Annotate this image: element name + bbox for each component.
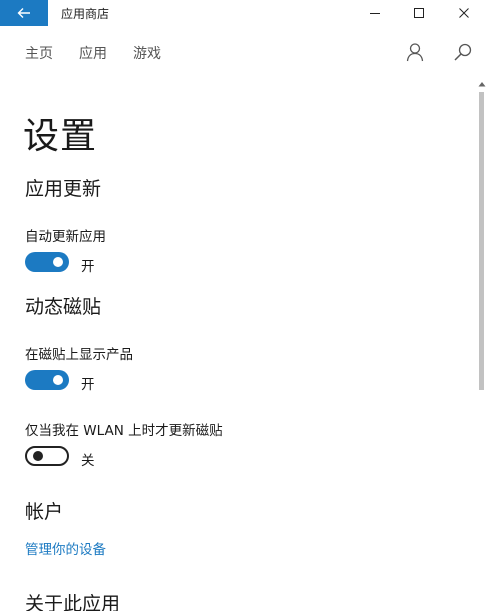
show-products-label: 在磁贴上显示产品 <box>25 347 133 363</box>
manage-devices-link[interactable]: 管理你的设备 <box>25 538 106 558</box>
show-products-state: 开 <box>81 377 95 393</box>
minimize-icon <box>370 13 380 14</box>
title-bar: 应用商店 <box>0 0 491 26</box>
tab-home[interactable]: 主页 <box>25 43 53 63</box>
back-button[interactable] <box>0 0 48 26</box>
close-button[interactable] <box>441 0 487 26</box>
auto-update-toggle[interactable] <box>25 252 69 272</box>
wlan-only-toggle[interactable] <box>25 446 69 466</box>
tab-apps[interactable]: 应用 <box>79 43 107 63</box>
scroll-up-button[interactable] <box>476 78 488 90</box>
back-arrow-icon <box>17 8 30 18</box>
maximize-icon <box>414 8 424 18</box>
search-icon <box>454 43 472 61</box>
wlan-only-label: 仅当我在 WLAN 上时才更新磁贴 <box>25 423 223 439</box>
scroll-thumb[interactable] <box>479 92 484 390</box>
toggle-knob <box>33 451 43 461</box>
wlan-only-state: 关 <box>81 453 95 469</box>
minimize-button[interactable] <box>352 0 398 26</box>
section-title-live-tiles: 动态磁贴 <box>25 296 102 318</box>
auto-update-state: 开 <box>81 259 95 275</box>
section-title-account: 帐户 <box>25 501 64 523</box>
toggle-knob <box>53 257 63 267</box>
tab-games[interactable]: 游戏 <box>133 43 161 63</box>
account-button[interactable] <box>406 42 426 62</box>
search-button[interactable] <box>453 42 473 62</box>
show-products-toggle[interactable] <box>25 370 69 390</box>
app-title: 应用商店 <box>61 7 110 21</box>
person-icon <box>406 43 424 62</box>
page-title: 设置 <box>23 116 98 157</box>
scroll-up-arrow-icon <box>478 82 486 87</box>
section-title-app-updates: 应用更新 <box>25 178 102 200</box>
toggle-knob <box>53 375 63 385</box>
maximize-button[interactable] <box>396 0 442 26</box>
nav-bar: 主页 应用 游戏 <box>0 30 491 74</box>
vertical-scrollbar[interactable] <box>476 78 488 611</box>
auto-update-label: 自动更新应用 <box>25 229 106 245</box>
close-icon <box>459 8 469 18</box>
section-title-about: 关于此应用 <box>25 593 121 611</box>
store-window: 应用商店 主页 应用 游戏 设置 应用更新 自动更新应用 开 动态磁贴 在磁贴上… <box>0 0 491 611</box>
